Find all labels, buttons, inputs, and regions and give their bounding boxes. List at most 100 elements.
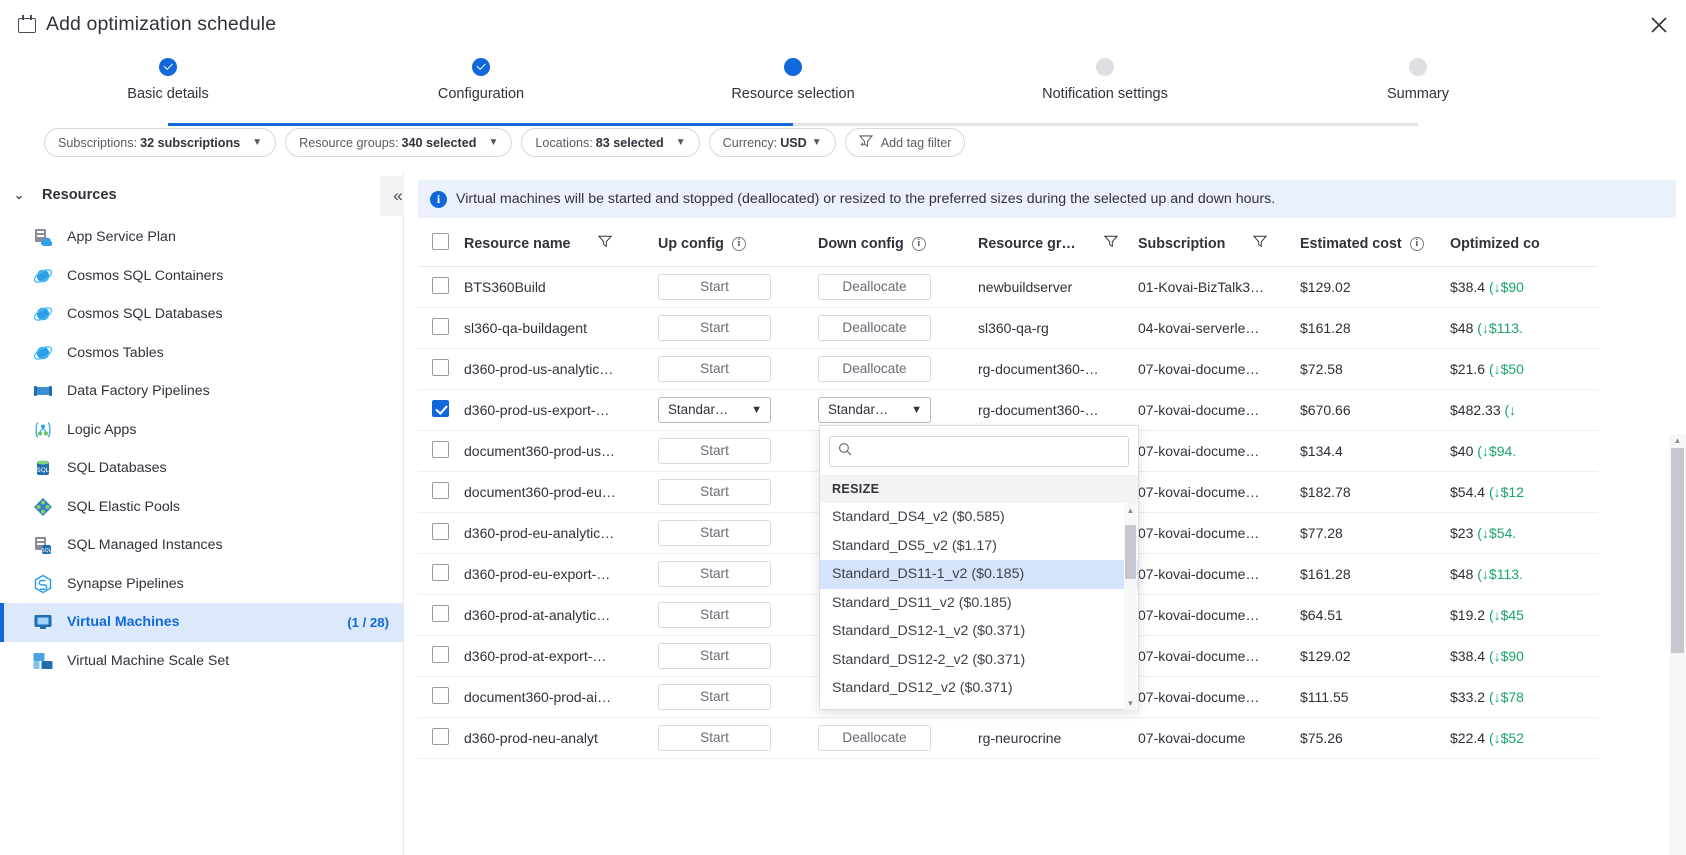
select-all-checkbox[interactable] xyxy=(432,233,449,251)
vertical-scrollbar-thumb[interactable] xyxy=(1671,448,1684,653)
step-configuration[interactable]: Configuration xyxy=(381,56,581,102)
sidebar-item-virtual-machine-scale-set[interactable]: Virtual Machine Scale Set xyxy=(0,642,403,681)
row-checkbox[interactable] xyxy=(432,276,449,294)
down-config-button[interactable]: Deallocate xyxy=(818,314,931,341)
filter-icon[interactable] xyxy=(598,235,613,252)
up-config-button[interactable]: Start xyxy=(658,642,771,669)
dropdown-options-list[interactable]: Standard_DS4_v2 ($0.585) Standard_DS5_v2… xyxy=(820,503,1138,710)
close-icon[interactable] xyxy=(1642,8,1676,42)
row-checkbox[interactable] xyxy=(432,317,449,335)
sidebar-item-sql-elastic-pools[interactable]: SQL Elastic Pools xyxy=(0,488,403,527)
dropdown-option[interactable]: Standard_DS12-2_v2 ($0.371) xyxy=(820,646,1138,675)
up-config-button[interactable]: Start xyxy=(658,601,771,628)
filter-icon[interactable] xyxy=(1103,235,1118,252)
sidebar-item-virtual-machines[interactable]: Virtual Machines (1 / 28) xyxy=(0,603,403,642)
cell-savings: (↓$90 xyxy=(1488,647,1524,664)
sidebar-item-label: Cosmos SQL Databases xyxy=(67,306,223,323)
step-basic-details[interactable]: Basic details xyxy=(68,56,268,102)
dropdown-option[interactable]: Standard_DS12-1_v2 ($0.371) xyxy=(820,617,1138,646)
row-checkbox[interactable] xyxy=(432,686,449,704)
up-config-button[interactable]: Start xyxy=(658,355,771,382)
dropdown-scrollbar[interactable]: ▲ ▼ xyxy=(1124,503,1137,710)
up-config-button[interactable]: Start xyxy=(658,724,771,751)
up-config-button[interactable]: Start xyxy=(658,683,771,710)
cell-subscription: 07-kovai-docume… xyxy=(1138,647,1260,664)
row-checkbox[interactable] xyxy=(432,358,449,376)
up-config-button[interactable]: Start xyxy=(658,519,771,546)
down-config-select[interactable]: Standar… ▼ xyxy=(818,396,931,423)
down-config-button[interactable]: Deallocate xyxy=(818,724,931,751)
sidebar-item-cosmos-tables[interactable]: Cosmos Tables xyxy=(0,334,403,373)
row-checkbox[interactable] xyxy=(432,563,449,581)
sidebar-item-app-service-plan[interactable]: App Service Plan xyxy=(0,218,403,257)
filter-locations[interactable]: Locations: 83 selected ▼ xyxy=(521,128,700,157)
step-dot-current-icon xyxy=(784,58,802,76)
dropdown-option[interactable]: Standard_DS11_v2 ($0.185) xyxy=(820,589,1138,618)
cell-estimated-cost: $129.02 xyxy=(1300,278,1351,295)
step-resource-selection[interactable]: Resource selection xyxy=(693,56,893,102)
scroll-down-arrow-icon[interactable]: ▼ xyxy=(1124,696,1137,710)
info-icon[interactable]: i xyxy=(1409,236,1424,251)
up-config-button[interactable]: Start xyxy=(658,478,771,505)
cell-subscription: 07-kovai-docume xyxy=(1138,729,1246,746)
row-checkbox[interactable] xyxy=(432,522,449,540)
step-notification-settings[interactable]: Notification settings xyxy=(1005,56,1205,102)
dropdown-option[interactable]: Standard_DS5_v2 ($1.17) xyxy=(820,532,1138,561)
sidebar-heading[interactable]: ⌄ Resources xyxy=(0,172,403,218)
table-row[interactable]: BTS360Build Start Deallocate newbuildser… xyxy=(418,266,1598,308)
dropdown-scrollbar-thumb[interactable] xyxy=(1125,525,1136,579)
sidebar-item-label: SQL Managed Instances xyxy=(67,537,223,554)
up-config-button[interactable]: Start xyxy=(658,273,771,300)
sidebar-item-sql-databases[interactable]: SQL SQL Databases xyxy=(0,449,403,488)
row-checkbox[interactable] xyxy=(432,440,449,458)
dropdown-option[interactable]: Standard_DS12_v2 ($0.371) xyxy=(820,674,1138,703)
vm-scale-set-icon xyxy=(32,650,54,672)
table-row[interactable]: d360-prod-us-export-… Standar… ▼ Standar… xyxy=(418,389,1598,431)
header-resource-group: Resource gr… xyxy=(978,222,1138,267)
filter-subscriptions[interactable]: Subscriptions: 32 subscriptions ▼ xyxy=(44,128,277,157)
sidebar-item-cosmos-sql-containers[interactable]: Cosmos SQL Containers xyxy=(0,257,403,296)
row-checkbox[interactable] xyxy=(432,645,449,663)
table-vertical-scrollbar[interactable]: ▲ xyxy=(1669,434,1686,855)
dropdown-search[interactable] xyxy=(829,436,1129,467)
down-config-button[interactable]: Deallocate xyxy=(818,355,931,382)
down-config-button[interactable]: Deallocate xyxy=(818,273,931,300)
row-checkbox[interactable] xyxy=(432,727,449,745)
scroll-up-arrow-icon[interactable]: ▲ xyxy=(1124,503,1137,517)
sidebar-item-logic-apps[interactable]: Logic Apps xyxy=(0,411,403,450)
table-row[interactable]: d360-prod-us-analytic… Start Deallocate … xyxy=(418,348,1598,390)
dropdown-option-selected[interactable]: Standard_DS11-1_v2 ($0.185) xyxy=(820,560,1138,589)
add-tag-filter-button[interactable]: Add tag filter xyxy=(844,128,966,157)
info-icon[interactable]: i xyxy=(911,236,926,251)
dropdown-search-input[interactable] xyxy=(858,443,1120,460)
up-config-select[interactable]: Standar… ▼ xyxy=(658,396,771,423)
column-label: Resource gr… xyxy=(978,235,1076,252)
cell-subscription: 07-kovai-docume… xyxy=(1138,606,1260,623)
sidebar-item-cosmos-sql-databases[interactable]: Cosmos SQL Databases xyxy=(0,295,403,334)
filter-icon[interactable] xyxy=(1253,235,1268,252)
step-summary[interactable]: Summary xyxy=(1318,56,1518,102)
up-config-button[interactable]: Start xyxy=(658,560,771,587)
row-checkbox[interactable] xyxy=(432,481,449,499)
table-row[interactable]: sl360-qa-buildagent Start Deallocate sl3… xyxy=(418,307,1598,349)
header-subscription: Subscription xyxy=(1138,222,1300,267)
row-checkbox[interactable] xyxy=(432,604,449,622)
cell-savings: (↓$45 xyxy=(1488,606,1524,623)
sidebar-item-synapse-pipelines[interactable]: Synapse Pipelines xyxy=(0,565,403,604)
filter-resource-groups[interactable]: Resource groups: 340 selected ▼ xyxy=(285,128,513,157)
sidebar-item-data-factory-pipelines[interactable]: Data Factory Pipelines xyxy=(0,372,403,411)
up-config-button[interactable]: Start xyxy=(658,314,771,341)
filter-currency[interactable]: Currency: USD ▼ xyxy=(708,128,836,157)
table-row[interactable]: d360-prod-neu-analyt Start Deallocate rg… xyxy=(418,717,1598,759)
dropdown-option[interactable]: Standard_DS4_v2 ($0.585) xyxy=(820,503,1138,532)
cell-subscription: 07-kovai-docume… xyxy=(1138,565,1260,582)
step-label: Resource selection xyxy=(731,86,855,102)
row-checkbox[interactable] xyxy=(432,399,449,417)
up-config-button[interactable]: Start xyxy=(658,437,771,464)
info-icon[interactable]: i xyxy=(731,236,746,251)
dropdown-option[interactable]: Standard_DS13-2_v2 ($0.741) xyxy=(820,703,1138,710)
scroll-up-arrow-icon[interactable]: ▲ xyxy=(1669,436,1686,445)
sidebar-item-sql-managed-instances[interactable]: SQL SQL Managed Instances xyxy=(0,526,403,565)
sidebar-item-label: Cosmos Tables xyxy=(67,344,164,361)
cell-resource-name: d360-prod-at-export-… xyxy=(464,647,607,664)
